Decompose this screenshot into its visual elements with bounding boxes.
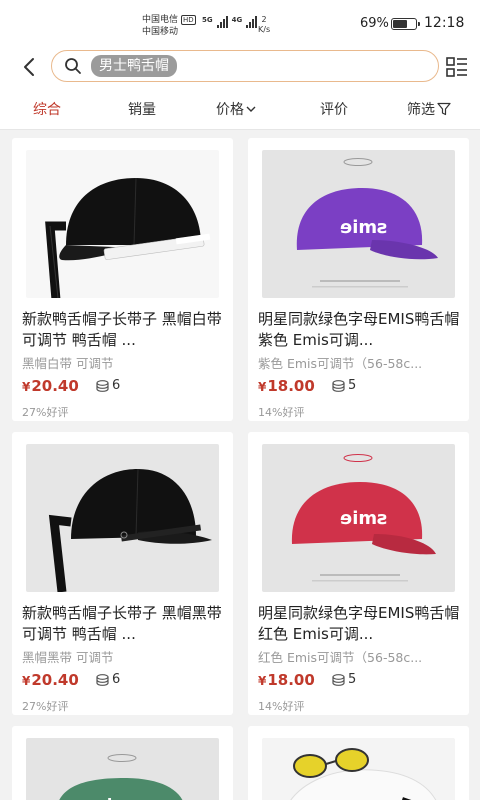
network-speed-value: 2 — [261, 15, 267, 24]
product-spec: 黑帽黑带 可调节 — [22, 650, 114, 665]
product-image[interactable] — [262, 738, 455, 800]
carrier-1: 中国电信 — [142, 15, 179, 25]
tab-comprehensive[interactable]: 综合 — [33, 99, 61, 119]
white-cap-sunglasses-image — [290, 748, 437, 800]
sales-count: 6 — [96, 378, 120, 393]
svg-text:ɘimƨ: ɘimƨ — [340, 217, 388, 238]
chevron-down-icon — [246, 106, 256, 112]
sales-value: 6 — [112, 378, 121, 393]
product-image[interactable] — [26, 150, 219, 298]
black-cap-image — [45, 177, 211, 298]
green-cap-image: ɘimƨ — [59, 754, 183, 800]
coin-stack-icon — [96, 379, 109, 392]
network-speed: 2 K/s — [258, 15, 270, 35]
product-image[interactable]: ɘimƨ — [26, 738, 219, 800]
tab-label: 评价 — [320, 102, 348, 118]
grid-list-toggle-icon — [446, 57, 467, 77]
currency-symbol: ¥ — [258, 380, 267, 394]
purple-cap-image: ɘimƨ — [296, 158, 438, 288]
product-title[interactable]: 明星同款绿色字母EMIS鸭舌帽 红色 Emis可调... — [258, 603, 463, 645]
tab-rating[interactable]: 评价 — [320, 99, 348, 119]
positive-rating: 14%好评 — [258, 700, 305, 713]
svg-text:ɘimƨ: ɘimƨ — [96, 795, 139, 800]
price-value: 18.00 — [267, 377, 315, 395]
currency-symbol: ¥ — [22, 380, 31, 394]
search-header: 男士鸭舌帽 — [0, 44, 480, 90]
network-type-1: 5G — [202, 16, 213, 24]
signal-indicators: 5G 4G — [202, 16, 258, 28]
product-price: ¥20.40 — [22, 671, 79, 689]
battery-percent: 69% — [360, 16, 389, 31]
product-spec: 红色 Emis可调节（56-58c... — [258, 650, 423, 665]
sort-tabs: 综合 销量 价格 评价 筛选 — [0, 90, 480, 130]
product-image[interactable]: ɘimƨ — [262, 444, 455, 592]
coin-stack-icon — [96, 673, 109, 686]
black-cap-image — [48, 468, 212, 592]
sales-value: 5 — [348, 378, 357, 393]
currency-symbol: ¥ — [22, 674, 31, 688]
back-button[interactable] — [18, 54, 40, 80]
svg-text:ɘimƨ: ɘimƨ — [340, 508, 388, 529]
product-spec: 黑帽白带 可调节 — [22, 356, 114, 371]
sales-count: 5 — [332, 672, 356, 687]
product-card[interactable]: ɘimƨ 明星同款绿色字母EMIS鸭舌帽 红色 Emis可调... 红色 Emi… — [248, 432, 469, 715]
product-title[interactable]: 明星同款绿色字母EMIS鸭舌帽 紫色 Emis可调... — [258, 309, 463, 351]
tab-label: 价格 — [216, 102, 244, 118]
hd-badge: HD — [181, 15, 196, 25]
tab-label: 综合 — [33, 102, 61, 118]
product-image[interactable] — [26, 444, 219, 592]
sales-count: 5 — [332, 378, 356, 393]
tab-label: 销量 — [128, 102, 156, 118]
tab-filter[interactable]: 筛选 — [407, 99, 451, 119]
sales-value: 5 — [348, 672, 357, 687]
tab-sales[interactable]: 销量 — [128, 99, 156, 119]
product-card[interactable]: 新款鸭舌帽子长带子 黑帽白带 可调节 鸭舌帽 ... 黑帽白带 可调节 ¥20.… — [12, 138, 233, 421]
chevron-left-icon — [24, 58, 34, 76]
positive-rating: 14%好评 — [258, 406, 305, 419]
red-cap-image: ɘimƨ — [291, 454, 436, 582]
signal-bars-icon — [216, 16, 228, 28]
price-value: 18.00 — [267, 671, 315, 689]
product-title[interactable]: 新款鸭舌帽子长带子 黑帽白带 可调节 鸭舌帽 ... — [22, 309, 227, 351]
price-value: 20.40 — [31, 377, 79, 395]
network-speed-unit: K/s — [258, 25, 271, 34]
carrier-2: 中国移动 — [142, 27, 179, 37]
product-title[interactable]: 新款鸭舌帽子长带子 黑帽黑带 可调节 鸭舌帽 ... — [22, 603, 227, 645]
product-card[interactable]: 新款鸭舌帽子长带子 黑帽黑带 可调节 鸭舌帽 ... 黑帽黑带 可调节 ¥20.… — [12, 432, 233, 715]
clock: 12:18 — [424, 15, 465, 31]
tab-price[interactable]: 价格 — [216, 99, 256, 119]
positive-rating: 27%好评 — [22, 700, 69, 713]
product-card[interactable] — [248, 726, 469, 800]
layout-toggle-button[interactable] — [446, 56, 468, 78]
sales-value: 6 — [112, 672, 121, 687]
product-card[interactable]: ɘimƨ — [12, 726, 233, 800]
product-price: ¥20.40 — [22, 377, 79, 395]
product-spec: 紫色 Emis可调节（56-58c... — [258, 356, 423, 371]
search-query-chip[interactable]: 男士鸭舌帽 — [91, 55, 177, 77]
network-type-2: 4G — [231, 16, 243, 24]
status-bar: 中国电信 HD 中国移动 5G 4G 2 K/s 69% 12:18 — [0, 0, 480, 44]
battery-icon — [391, 18, 420, 30]
signal-bars-icon — [246, 16, 258, 28]
positive-rating: 27%好评 — [22, 406, 69, 419]
battery-level — [393, 20, 407, 28]
filter-icon — [437, 102, 451, 116]
sales-count: 6 — [96, 672, 120, 687]
product-card[interactable]: ɘimƨ 明星同款绿色字母EMIS鸭舌帽 紫色 Emis可调... 紫色 Emi… — [248, 138, 469, 421]
search-icon — [64, 57, 82, 75]
product-price: ¥18.00 — [258, 377, 315, 395]
currency-symbol: ¥ — [258, 674, 267, 688]
product-price: ¥18.00 — [258, 671, 315, 689]
product-image[interactable]: ɘimƨ — [262, 150, 455, 298]
coin-stack-icon — [332, 379, 345, 392]
tab-label: 筛选 — [407, 102, 435, 118]
search-input[interactable]: 男士鸭舌帽 — [51, 50, 439, 82]
price-value: 20.40 — [31, 671, 79, 689]
carrier-info: 中国电信 HD 中国移动 — [142, 14, 196, 38]
coin-stack-icon — [332, 673, 345, 686]
